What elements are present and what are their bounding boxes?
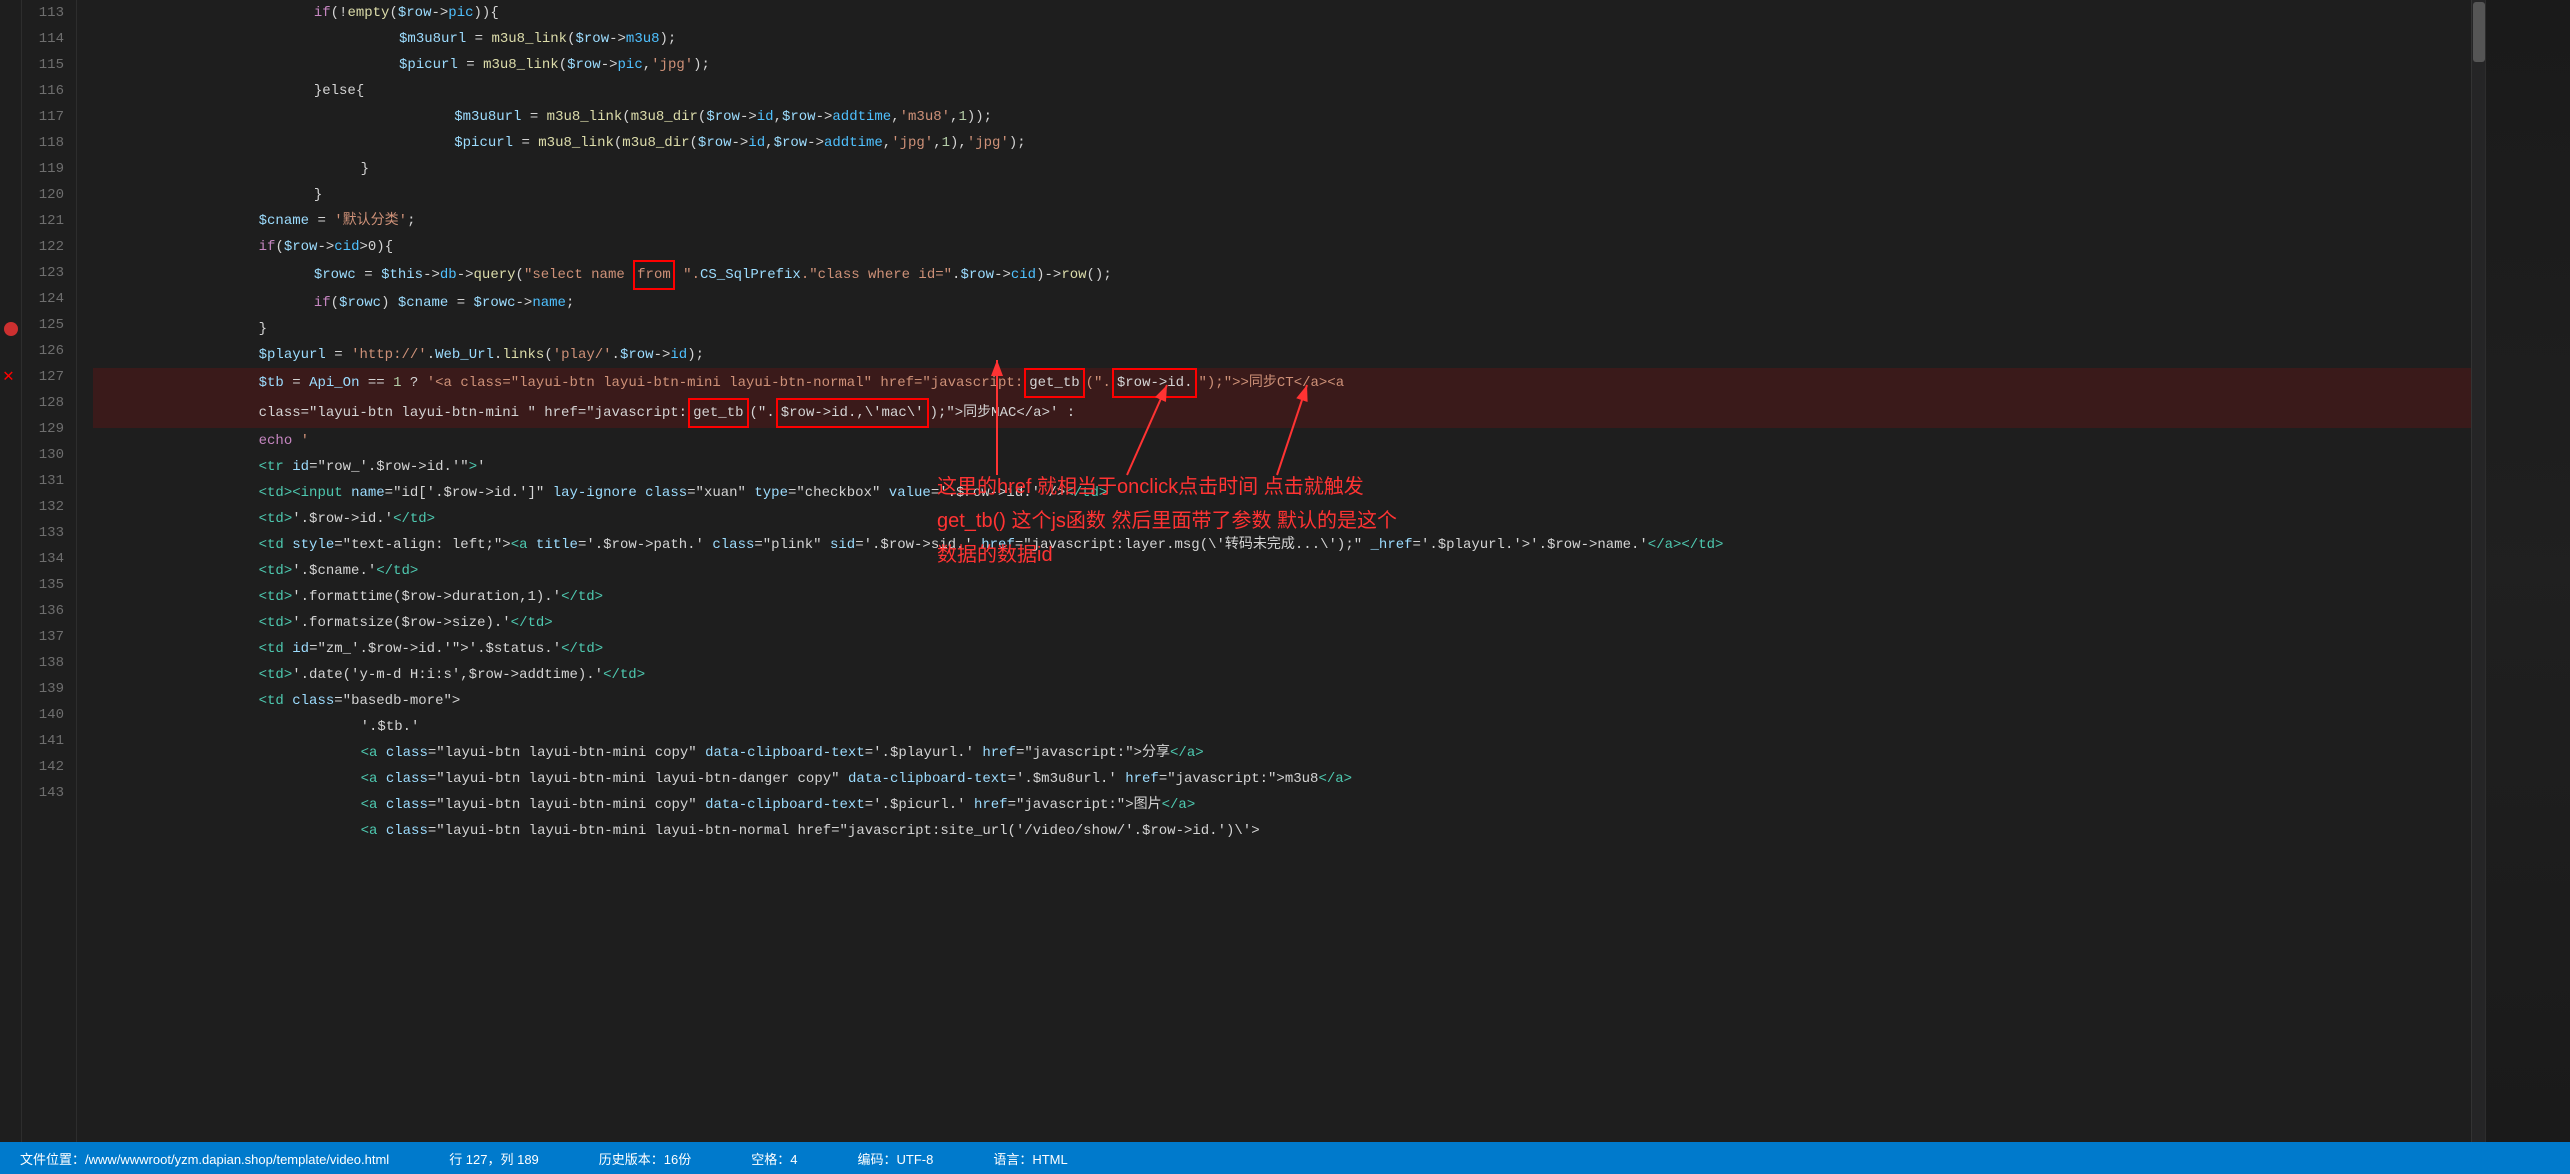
code-line-126: $playurl = 'http://'.Web_Url.links('play… xyxy=(93,342,2471,368)
line-number: 138 xyxy=(28,650,64,676)
code-line-115: $picurl = m3u8_link($row->pic,'jpg'); xyxy=(93,52,2471,78)
code-line-125: } xyxy=(93,316,2471,342)
code-line-141: <a class="layui-btn layui-btn-mini layui… xyxy=(93,766,2471,792)
code-line-139: '.$tb.' xyxy=(93,714,2471,740)
code-line-116: }else{ xyxy=(93,78,2471,104)
scrollbar[interactable] xyxy=(2471,0,2485,1142)
code-line-132: <td style="text-align: left;"><a title='… xyxy=(93,532,2471,558)
code-line-135: <td>'.formatsize($row->size).'</td> xyxy=(93,610,2471,636)
line-number: 132 xyxy=(28,494,64,520)
code-line-142: <a class="layui-btn layui-btn-mini copy"… xyxy=(93,792,2471,818)
language: 语言：HTML xyxy=(993,1149,1067,1168)
line-number: 129 xyxy=(28,416,64,442)
line-number: 140 xyxy=(28,702,64,728)
line-number: 143 xyxy=(28,780,64,806)
line-numbers: 113 114 115 116 117 118 119 120 121 122 … xyxy=(22,0,77,1142)
code-line-136: <td id="zm_'.$row->id.'">'.$status.'</td… xyxy=(93,636,2471,662)
cursor-position: 行 127，列 189 xyxy=(449,1149,539,1168)
code-line-133: <td>'.$cname.'</td> xyxy=(93,558,2471,584)
line-number: 115 xyxy=(28,52,64,78)
line-number: 114 xyxy=(28,26,64,52)
code-line-123: $rowc = $this->db->query("select name fr… xyxy=(93,260,2471,290)
code-line-128: echo ' xyxy=(93,428,2471,454)
line-number: 117 xyxy=(28,104,64,130)
code-line-138: <td class="basedb-more"> xyxy=(93,688,2471,714)
code-line-130: <td><input name="id['.$row->id.']" lay-i… xyxy=(93,480,2471,506)
space-setting: 空格：4 xyxy=(751,1149,797,1168)
history-version: 历史版本：16份 xyxy=(599,1149,691,1168)
line-number: 135 xyxy=(28,572,64,598)
code-line-119: } xyxy=(93,156,2471,182)
editor-container: ✕ 113 114 115 116 117 118 119 120 121 12… xyxy=(0,0,2570,1174)
code-line-129: <tr id="row_'.$row->id.'">' xyxy=(93,454,2471,480)
line-number: 131 xyxy=(28,468,64,494)
code-line-114: $m3u8url = m3u8_link($row->m3u8); xyxy=(93,26,2471,52)
code-line-131: <td>'.$row->id.'</td> xyxy=(93,506,2471,532)
code-line-143: <a class="layui-btn layui-btn-mini layui… xyxy=(93,818,2471,844)
line-number: 120 xyxy=(28,182,64,208)
line-number: 126 xyxy=(28,338,64,364)
line-number: 142 xyxy=(28,754,64,780)
line-number: 118 xyxy=(28,130,64,156)
code-line-121: $cname = '默认分类'; xyxy=(93,208,2471,234)
line-number: 119 xyxy=(28,156,64,182)
line-number: 124 xyxy=(28,286,64,312)
line-number: 113 xyxy=(28,0,64,26)
line-number: 128 xyxy=(28,390,64,416)
line-number: 116 xyxy=(28,78,64,104)
encoding: 编码：UTF-8 xyxy=(858,1149,934,1168)
code-line-124: if($rowc) $cname = $rowc->name; xyxy=(93,290,2471,316)
code-line-134: <td>'.formattime($row->duration,1).'</td… xyxy=(93,584,2471,610)
code-line-137: <td>'.date('y-m-d H:i:s',$row->addtime).… xyxy=(93,662,2471,688)
status-bar: 文件位置：/www/wwwroot/yzm.dapian.shop/templa… xyxy=(0,1142,2570,1174)
code-content[interactable]: if(!empty($row->pic)){ $m3u8url = m3u8_l… xyxy=(77,0,2471,1142)
gutter: ✕ xyxy=(0,0,22,1142)
line-number: 127 xyxy=(28,364,64,390)
line-number: 121 xyxy=(28,208,64,234)
line-number: 137 xyxy=(28,624,64,650)
minimap xyxy=(2485,0,2570,1142)
scroll-thumb[interactable] xyxy=(2473,2,2485,62)
code-line-118: $picurl = m3u8_link(m3u8_dir($row->id,$r… xyxy=(93,130,2471,156)
code-line-127: $tb = Api_On == 1 ? '<a class="layui-btn… xyxy=(93,368,2471,398)
code-area: ✕ 113 114 115 116 117 118 119 120 121 12… xyxy=(0,0,2570,1142)
line-number: 123 xyxy=(28,260,64,286)
line-number: 139 xyxy=(28,676,64,702)
code-line-127-cont: class="layui-btn layui-btn-mini " href="… xyxy=(93,398,2471,428)
line-number: 134 xyxy=(28,546,64,572)
line-number: 122 xyxy=(28,234,64,260)
code-line-122: if($row->cid>0){ xyxy=(93,234,2471,260)
line-number: 141 xyxy=(28,728,64,754)
breakpoint xyxy=(4,322,18,336)
code-line-140: <a class="layui-btn layui-btn-mini copy"… xyxy=(93,740,2471,766)
file-path: 文件位置：/www/wwwroot/yzm.dapian.shop/templa… xyxy=(20,1149,389,1168)
code-line-120: } xyxy=(93,182,2471,208)
error-marker: ✕ xyxy=(3,364,14,390)
code-line-117: $m3u8url = m3u8_link(m3u8_dir($row->id,$… xyxy=(93,104,2471,130)
line-number: 136 xyxy=(28,598,64,624)
code-line-113: if(!empty($row->pic)){ xyxy=(93,0,2471,26)
line-number: 130 xyxy=(28,442,64,468)
line-number: 133 xyxy=(28,520,64,546)
line-number: 125 xyxy=(28,312,64,338)
